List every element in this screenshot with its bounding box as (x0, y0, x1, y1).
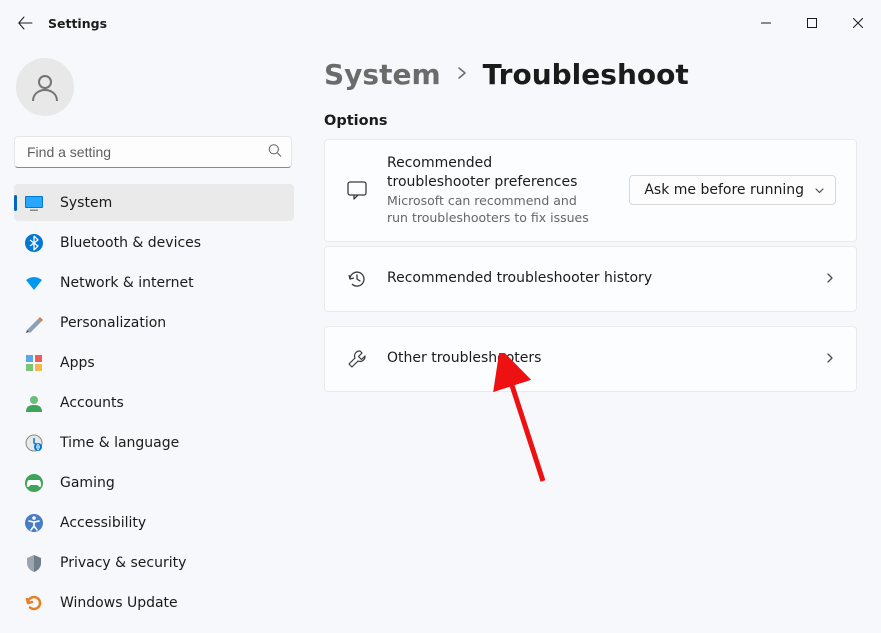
prefs-dropdown[interactable]: Ask me before running (629, 175, 836, 205)
privacy-icon (24, 553, 44, 573)
minimize-button[interactable] (743, 0, 789, 46)
search-input[interactable] (14, 136, 292, 168)
network-icon (24, 273, 44, 293)
nav-item-accessibility[interactable]: Accessibility (14, 504, 294, 541)
window-controls (743, 0, 881, 46)
card-other-troubleshooters[interactable]: Other troubleshooters (324, 326, 857, 392)
nav-item-label: Bluetooth & devices (60, 235, 201, 251)
nav-item-label: Accessibility (60, 515, 146, 531)
nav-item-label: Privacy & security (60, 555, 186, 571)
windowsupdate-icon (24, 593, 44, 613)
nav-item-label: Gaming (60, 475, 115, 491)
nav-item-personalization[interactable]: Personalization (14, 304, 294, 341)
avatar[interactable] (16, 58, 74, 116)
nav-item-privacy[interactable]: Privacy & security (14, 544, 294, 581)
nav-item-label: Apps (60, 355, 95, 371)
dropdown-value: Ask me before running (644, 182, 804, 198)
history-icon (345, 268, 369, 290)
nav-item-label: Time & language (60, 435, 179, 451)
card-body: Other troubleshooters (387, 335, 812, 382)
chevron-right-icon (455, 65, 469, 84)
breadcrumb-parent[interactable]: System (324, 58, 441, 91)
card-troubleshooter-prefs: Recommended troubleshooter preferences M… (324, 139, 857, 242)
nav-item-time-language[interactable]: Time & language (14, 424, 294, 461)
close-button[interactable] (835, 0, 881, 46)
breadcrumb: System Troubleshoot (324, 58, 857, 91)
chevron-right-icon (824, 349, 836, 368)
close-icon (853, 18, 863, 28)
maximize-icon (807, 18, 817, 28)
nav-item-bluetooth[interactable]: Bluetooth & devices (14, 224, 294, 261)
card-title: Other troubleshooters (387, 349, 812, 368)
nav-item-gaming[interactable]: Gaming (14, 464, 294, 501)
system-icon (24, 193, 44, 213)
apps-icon (24, 353, 44, 373)
titlebar: Settings (0, 0, 881, 46)
nav-item-network[interactable]: Network & internet (14, 264, 294, 301)
nav-item-windowsupdate[interactable]: Windows Update (14, 584, 294, 621)
chevron-right-icon (824, 269, 836, 288)
nav-item-label: Network & internet (60, 275, 194, 291)
nav-item-accounts[interactable]: Accounts (14, 384, 294, 421)
search-box (14, 136, 292, 168)
card-title: Recommended troubleshooter preferences (387, 154, 597, 192)
content: System Troubleshoot Options Recommended … (300, 46, 881, 633)
personalization-icon (24, 313, 44, 333)
wrench-icon (345, 348, 369, 370)
nav-item-apps[interactable]: Apps (14, 344, 294, 381)
nav-item-system[interactable]: System (14, 184, 294, 221)
breadcrumb-current: Troubleshoot (483, 58, 689, 91)
nav-item-label: Accounts (60, 395, 124, 411)
card-body: Recommended troubleshooter preferences M… (387, 140, 617, 241)
person-icon (29, 71, 61, 103)
chat-icon (345, 179, 369, 201)
accessibility-icon (24, 513, 44, 533)
gaming-icon (24, 473, 44, 493)
sidebar: System Bluetooth & devices Network & int… (0, 46, 300, 633)
minimize-icon (761, 18, 771, 28)
nav-item-label: Personalization (60, 315, 166, 331)
time-language-icon (24, 433, 44, 453)
nav-item-label: System (60, 195, 112, 211)
chevron-down-icon (814, 185, 825, 196)
window-title: Settings (48, 16, 107, 31)
bluetooth-icon (24, 233, 44, 253)
section-header-options: Options (324, 113, 857, 129)
accounts-icon (24, 393, 44, 413)
card-title: Recommended troubleshooter history (387, 269, 812, 288)
nav-list: System Bluetooth & devices Network & int… (14, 184, 294, 621)
back-button[interactable] (6, 4, 44, 42)
nav-item-label: Windows Update (60, 595, 178, 611)
arrow-left-icon (17, 15, 33, 31)
maximize-button[interactable] (789, 0, 835, 46)
card-body: Recommended troubleshooter history (387, 255, 812, 302)
card-subtitle: Microsoft can recommend and run troubles… (387, 193, 597, 227)
card-history[interactable]: Recommended troubleshooter history (324, 246, 857, 312)
